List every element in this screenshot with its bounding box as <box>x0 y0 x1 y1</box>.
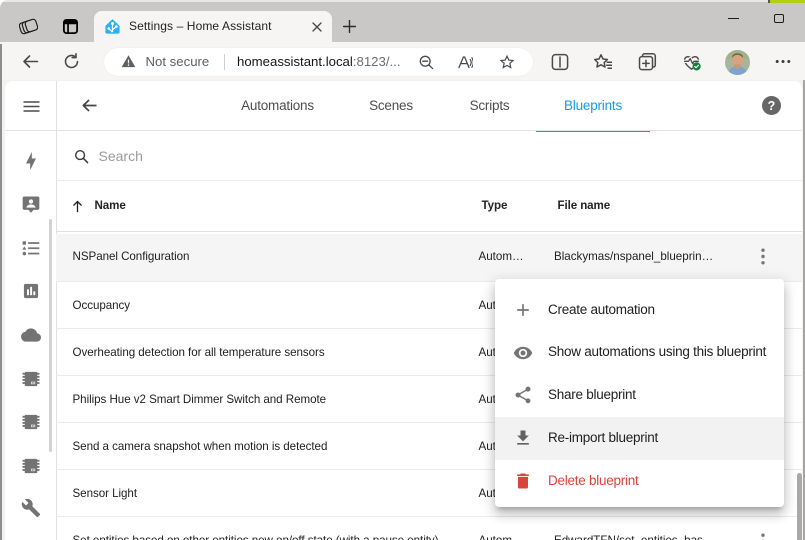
svg-text:?: ? <box>768 99 776 113</box>
